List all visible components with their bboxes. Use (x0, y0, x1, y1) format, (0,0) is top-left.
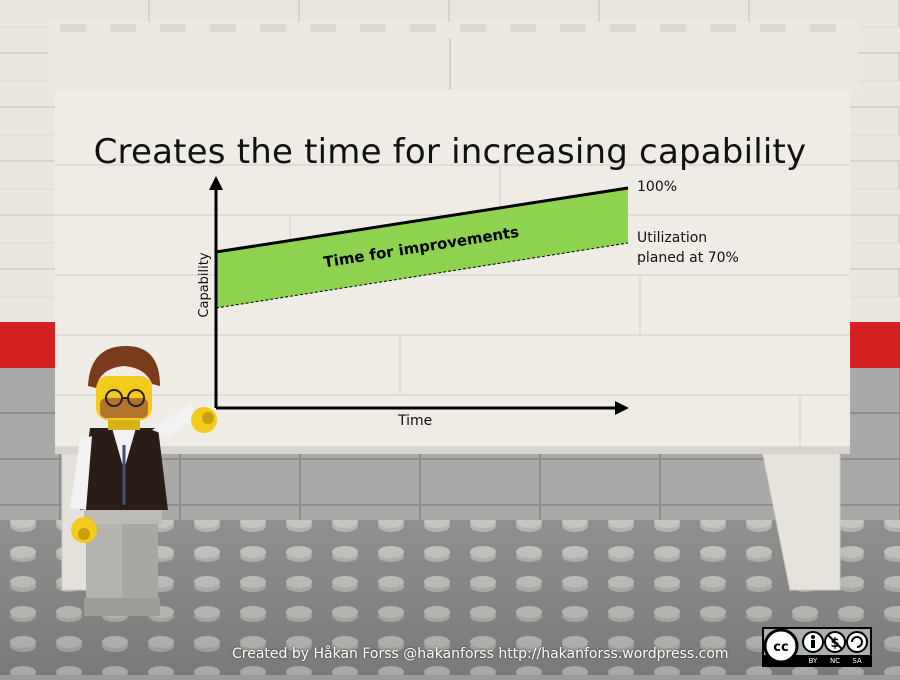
y-axis-label: Capability (197, 252, 212, 317)
creative-commons-by-nc-sa-icon: cc $ BY NC SA (762, 627, 872, 667)
utilization-label-line1: Utilization (637, 230, 708, 246)
utilization-label-line2: planed at 70% (637, 250, 739, 266)
board-top (48, 22, 858, 92)
scene-graphics: Time for improvements Capability (0, 0, 900, 675)
cc-nc-label: NC (830, 657, 840, 665)
cc-by-label: BY (809, 657, 818, 665)
cc-sa-label: SA (852, 657, 862, 665)
lego-scene: Time for improvements Capability Creates… (0, 0, 900, 675)
label-100-percent: 100% (637, 179, 678, 195)
x-axis-label: Time (398, 413, 433, 429)
cc-mark: cc (773, 640, 788, 655)
slide-title: Creates the time for increasing capabili… (93, 132, 807, 172)
credit-line: Created by Håkan Forss @hakanforss http:… (232, 646, 729, 662)
